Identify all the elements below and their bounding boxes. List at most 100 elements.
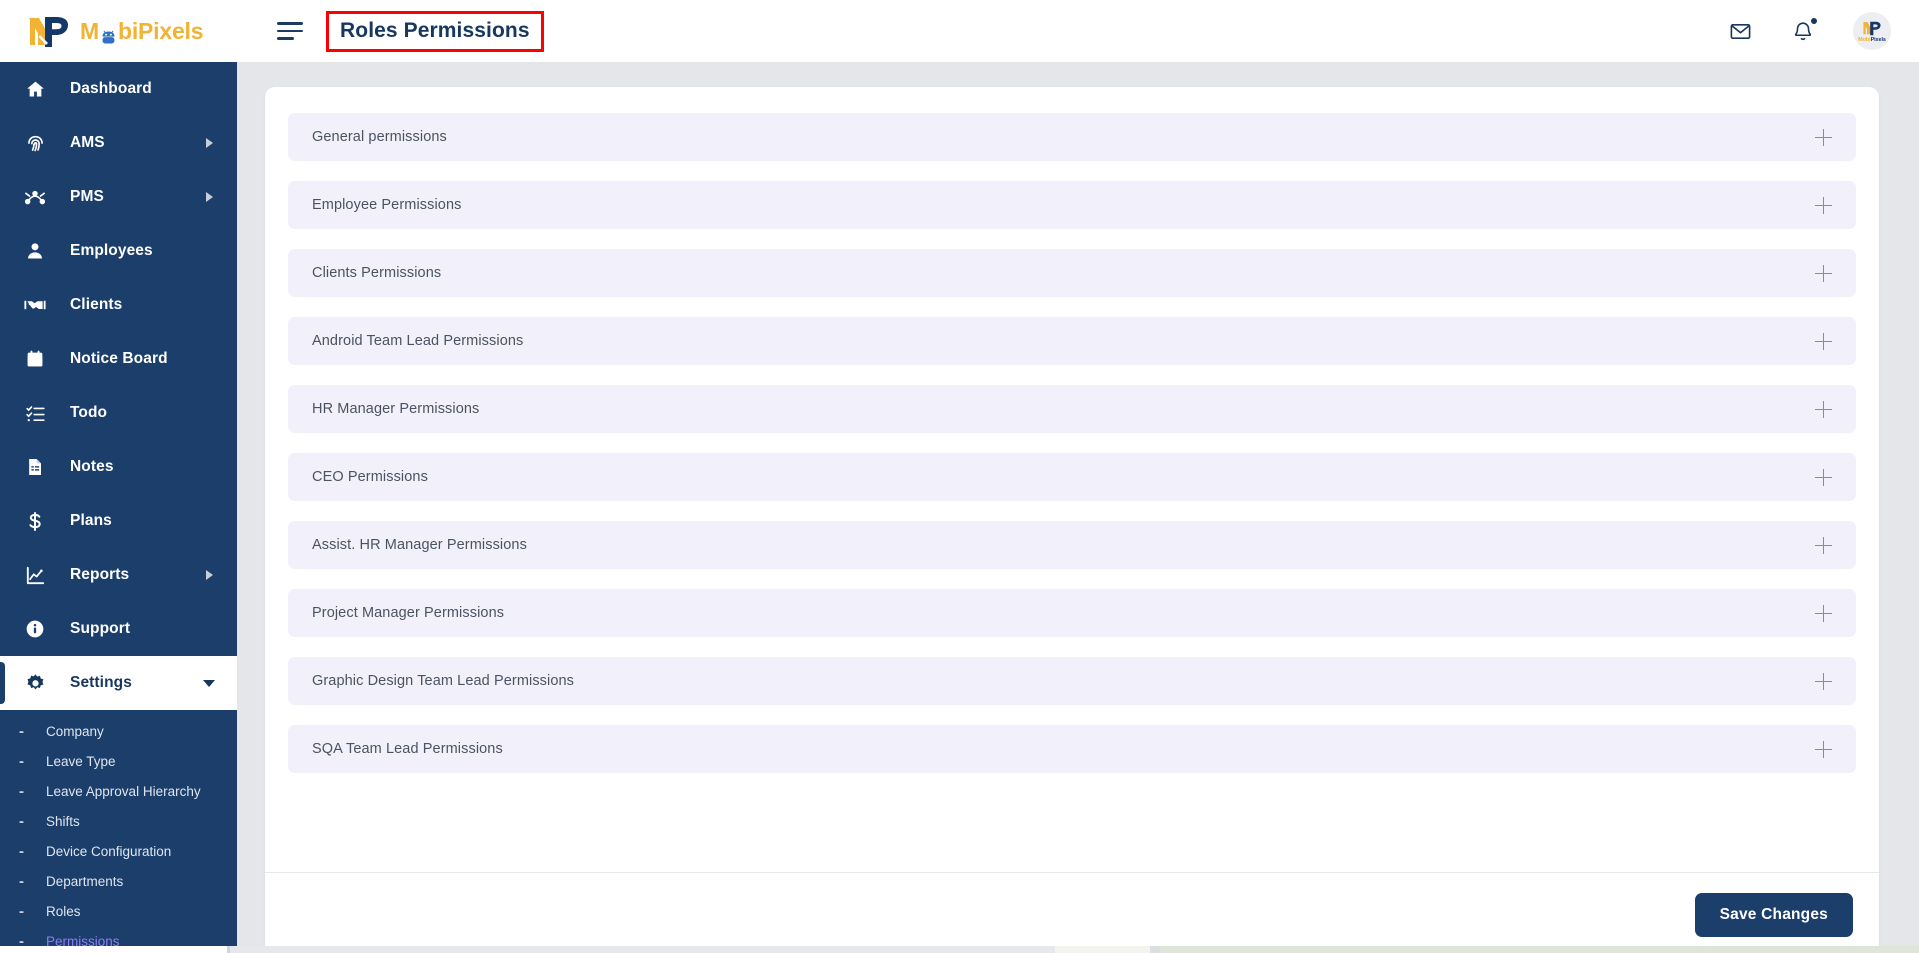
logo-text-bi: bi: [117, 17, 139, 44]
sidebar-item-label: Clients: [70, 296, 123, 313]
menu-toggle-button[interactable]: [277, 22, 307, 40]
permission-group-label: Assist. HR Manager Permissions: [312, 537, 527, 553]
save-changes-button[interactable]: Save Changes: [1694, 893, 1853, 937]
strip-segment-5: [1150, 946, 1160, 953]
permission-group-row[interactable]: General permissions: [288, 113, 1856, 161]
permission-group-row[interactable]: HR Manager Permissions: [288, 385, 1856, 433]
brand-wordmark: M bi Pixels: [80, 17, 204, 45]
submenu-item-label: Departments: [46, 873, 124, 889]
dash-icon: -: [19, 812, 24, 830]
calendar-icon: [22, 349, 48, 369]
dash-icon: -: [19, 722, 24, 740]
permission-group-row[interactable]: Clients Permissions: [288, 249, 1856, 297]
permission-group-label: Project Manager Permissions: [312, 605, 505, 621]
avatar-wordmark: MobiPixels: [1858, 37, 1886, 43]
dash-icon: -: [19, 902, 24, 920]
plus-icon[interactable]: [1815, 740, 1832, 758]
permission-group-row[interactable]: SQA Team Lead Permissions: [288, 725, 1856, 773]
sidebar-item-clients[interactable]: Clients: [0, 278, 237, 332]
sidebar-item-label: Notes: [70, 458, 114, 475]
android-o-icon: [100, 25, 117, 43]
sidebar-item-label: Support: [70, 620, 131, 637]
chevron-right-icon: [206, 138, 213, 148]
permission-group-row[interactable]: Android Team Lead Permissions: [288, 317, 1856, 365]
sidebar-item-label: Settings: [70, 674, 132, 691]
plus-icon[interactable]: [1815, 468, 1832, 486]
mobipixels-logo-icon: [29, 17, 68, 47]
chevron-down-icon[interactable]: [203, 679, 215, 687]
fingerprint-icon: [22, 133, 48, 154]
sidebar-item-todo[interactable]: Todo: [0, 386, 237, 440]
submenu-item-label: Leave Type: [46, 753, 116, 769]
sidebar-item-employees[interactable]: Employees: [0, 224, 237, 278]
dash-icon: -: [19, 752, 24, 770]
plus-icon[interactable]: [1815, 672, 1832, 690]
page-title: Roles Permissions: [340, 18, 530, 42]
sidebar-item-plans[interactable]: Plans: [0, 494, 237, 548]
permission-group-row[interactable]: CEO Permissions: [288, 453, 1856, 501]
permission-group-row[interactable]: Assist. HR Manager Permissions: [288, 521, 1856, 569]
plus-icon[interactable]: [1815, 536, 1832, 554]
logo-text-m: M: [80, 17, 99, 44]
mail-icon[interactable]: [1727, 18, 1753, 44]
sidebar-item-pms[interactable]: PMS: [0, 170, 237, 224]
plus-icon[interactable]: [1815, 128, 1832, 146]
sidebar-item-settings[interactable]: Settings: [0, 656, 237, 710]
permission-groups-list: General permissions Employee Permissions C…: [265, 87, 1879, 773]
submenu-item-departments[interactable]: - Departments: [0, 866, 237, 896]
home-icon: [22, 79, 48, 100]
submenu-item-label: Shifts: [46, 813, 80, 829]
sidebar-navigation: Dashboard AMS PMS Employees Clients Notice Bo…: [0, 62, 237, 953]
avatar-text-pixels: Pixels: [1870, 37, 1886, 43]
submenu-item-device-configuration[interactable]: - Device Configuration: [0, 836, 237, 866]
user-avatar[interactable]: MobiPixels: [1853, 12, 1891, 50]
sidebar-item-dashboard[interactable]: Dashboard: [0, 62, 237, 116]
brand-logo[interactable]: M bi Pixels: [0, 0, 237, 62]
header-actions: MobiPixels: [1727, 12, 1919, 50]
plus-icon[interactable]: [1815, 332, 1832, 350]
logo-text-pixels: Pixels: [138, 17, 204, 44]
bell-icon[interactable]: [1790, 18, 1817, 44]
sidebar-item-label: PMS: [70, 188, 104, 205]
top-header-bar: M bi Pixels Roles Permissions MobiPixels: [0, 0, 1919, 62]
plus-icon[interactable]: [1815, 264, 1832, 282]
avatar-text-mobi: Mobi: [1858, 37, 1871, 43]
sidebar-item-notice-board[interactable]: Notice Board: [0, 332, 237, 386]
permission-group-label: Clients Permissions: [312, 265, 442, 281]
permission-group-row[interactable]: Graphic Design Team Lead Permissions: [288, 657, 1856, 705]
plus-icon[interactable]: [1815, 400, 1832, 418]
sidebar-item-reports[interactable]: Reports: [0, 548, 237, 602]
hamburger-line-1: [277, 22, 303, 25]
permission-group-label: General permissions: [312, 129, 447, 145]
browser-bottom-strip: [0, 946, 1919, 953]
page-title-highlight-box: Roles Permissions: [326, 10, 544, 52]
strip-segment-4: [1055, 946, 1150, 953]
dollar-icon: [22, 511, 48, 532]
submenu-item-leave-type[interactable]: - Leave Type: [0, 746, 237, 776]
network-nodes-icon: [22, 186, 48, 208]
permission-group-row[interactable]: Employee Permissions: [288, 181, 1856, 229]
sidebar-item-label: AMS: [70, 134, 105, 151]
avatar-logo-icon: [1863, 21, 1881, 36]
sidebar-item-ams[interactable]: AMS: [0, 116, 237, 170]
permission-group-label: SQA Team Lead Permissions: [312, 741, 503, 757]
strip-segment-3: [230, 946, 1055, 953]
card-footer: Save Changes: [265, 873, 1879, 953]
submenu-item-leave-approval-hierarchy[interactable]: - Leave Approval Hierarchy: [0, 776, 237, 806]
gear-icon: [22, 673, 48, 694]
plus-icon[interactable]: [1815, 196, 1832, 214]
plus-icon[interactable]: [1815, 604, 1832, 622]
sidebar-item-label: Plans: [70, 512, 112, 529]
handshake-icon: [22, 294, 48, 316]
submenu-item-roles[interactable]: - Roles: [0, 896, 237, 926]
sidebar-item-label: Reports: [70, 566, 130, 583]
sidebar-item-support[interactable]: Support: [0, 602, 237, 656]
permission-group-row[interactable]: Project Manager Permissions: [288, 589, 1856, 637]
settings-submenu: - Company - Leave Type - Leave Approval Hiera…: [0, 710, 237, 953]
submenu-item-company[interactable]: - Company: [0, 716, 237, 746]
permission-group-label: Employee Permissions: [312, 197, 462, 213]
sidebar-item-notes[interactable]: Notes: [0, 440, 237, 494]
permissions-card: General permissions Employee Permissions C…: [265, 87, 1879, 953]
permission-group-label: Android Team Lead Permissions: [312, 333, 524, 349]
submenu-item-shifts[interactable]: - Shifts: [0, 806, 237, 836]
